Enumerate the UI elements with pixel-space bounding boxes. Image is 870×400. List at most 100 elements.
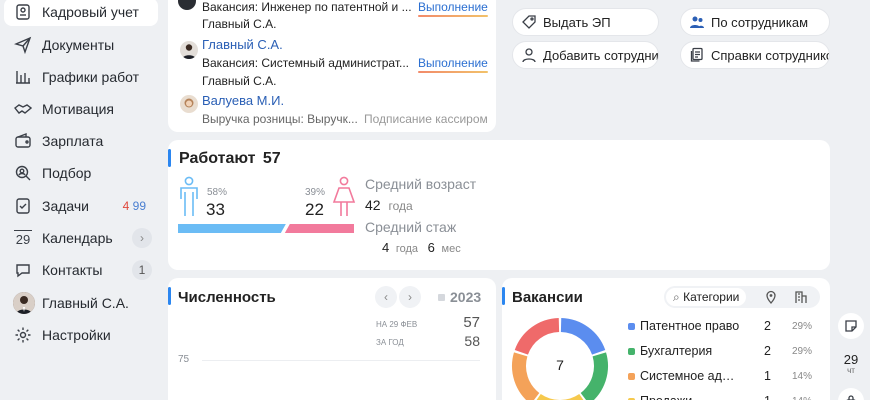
legend-count: 2 <box>764 344 771 358</box>
legend-row[interactable]: Системное администрирование 1 14% <box>628 368 818 386</box>
sidebar: Кадровый учет Документы Графики работ Мо… <box>0 0 162 400</box>
calendar-weekday: чт <box>847 366 855 375</box>
tag-icon <box>522 15 536 29</box>
working-card: Работают 57 58% 33 39% 22 Средний возрас… <box>168 140 830 270</box>
donut-segment[interactable] <box>560 318 606 356</box>
male-percent: 58% <box>207 187 228 198</box>
sidebar-item-motivation[interactable]: Мотивация <box>4 95 158 123</box>
handshake-icon <box>14 100 32 118</box>
legend-swatch <box>628 323 635 330</box>
year-label: ЗА ГОД <box>376 338 404 347</box>
issue-ep-button[interactable]: Выдать ЭП <box>512 8 659 36</box>
legend-name: Продажи <box>640 394 740 400</box>
tasks-count-badge: 4 99 <box>123 196 146 216</box>
sidebar-item-hr[interactable]: Кадровый учет <box>4 0 158 26</box>
male-figure-icon <box>180 176 198 216</box>
vacancies-total: 7 <box>556 357 564 373</box>
sidebar-item-contacts[interactable]: Контакты 1 <box>4 256 158 284</box>
overdue-count: 4 <box>122 199 130 213</box>
chevron-right-icon[interactable]: › <box>132 228 152 248</box>
task-status: Выполнение <box>418 56 488 73</box>
sidebar-item-settings[interactable]: Настройки <box>4 321 158 349</box>
sidebar-item-label: Зарплата <box>42 133 104 149</box>
user-add-icon <box>522 48 536 63</box>
users-icon <box>690 16 704 28</box>
sidebar-item-recruiting[interactable]: Подбор <box>4 159 158 187</box>
y-axis-tick: 75 <box>178 354 190 365</box>
task-vacancy: Вакансия: Системный администрат... <box>202 56 410 70</box>
wallet-icon <box>14 132 32 150</box>
note-icon <box>845 320 857 332</box>
location-pin-icon[interactable] <box>765 290 777 304</box>
avg-age-label: Средний возраст <box>365 176 477 192</box>
total-count: 99 <box>132 199 146 213</box>
sidebar-item-documents[interactable]: Документы <box>4 31 158 59</box>
notes-button[interactable] <box>838 313 864 339</box>
tool-button[interactable] <box>838 388 864 400</box>
legend-name: Бухгалтерия <box>640 344 713 358</box>
sidebar-item-tasks[interactable]: Задачи 4 99 <box>4 192 158 220</box>
legend-percent: 29% <box>792 346 813 357</box>
sidebar-item-schedules[interactable]: Графики работ <box>4 63 158 91</box>
legend-count: 1 <box>764 394 771 400</box>
next-period-button[interactable]: › <box>399 286 421 308</box>
task-vacancy: Выручка розницы: Выручк... <box>202 112 358 126</box>
date-value: 57 <box>463 314 480 331</box>
sidebar-item-salary[interactable]: Зарплата <box>4 127 158 155</box>
sidebar-item-label: Контакты <box>42 262 103 278</box>
filter-categories-tab[interactable]: ⌕ Категории <box>666 288 747 306</box>
avg-age-number: 42 <box>365 197 381 213</box>
donut-segment[interactable] <box>580 352 608 400</box>
legend-row[interactable]: Патентное право 2 29% <box>628 318 818 336</box>
sidebar-item-calendar[interactable]: 29 Календарь › <box>4 224 158 252</box>
legend-percent: 14% <box>792 396 812 400</box>
legend-percent: 29% <box>792 321 813 332</box>
avg-experience-value: 4 года 6 мес <box>382 240 461 255</box>
task-owner: Главный С.А. <box>202 74 277 88</box>
sidebar-item-profile[interactable]: Главный С.А. <box>4 289 158 317</box>
paper-plane-icon <box>14 36 32 54</box>
female-percent: 39% <box>305 187 326 198</box>
date-label: НА 29 ФЕВ <box>376 320 418 329</box>
headcount-card: Численность ‹ › 2023 НА 29 ФЕВ 57 ЗА ГОД… <box>168 278 496 400</box>
search-person-icon <box>14 164 32 182</box>
by-employees-button[interactable]: По сотрудникам <box>680 8 830 36</box>
working-title: Работают 57 <box>179 150 281 168</box>
legend-percent: 14% <box>792 371 813 382</box>
avg-experience-label: Средний стаж <box>365 219 457 235</box>
sidebar-item-label: Документы <box>42 37 115 53</box>
by-employees-label: По сотрудникам <box>711 14 809 30</box>
legend-swatch <box>628 348 635 355</box>
legend-count: 2 <box>764 319 771 333</box>
task-person-link[interactable]: Валуева М.И. <box>202 93 284 108</box>
sidebar-item-label: Задачи <box>42 198 90 214</box>
sidebar-item-label: Кадровый учет <box>42 4 139 20</box>
donut-segment[interactable] <box>512 352 540 400</box>
task-status: Выполнение <box>418 0 488 17</box>
male-count: 33 <box>206 200 225 219</box>
avatar <box>13 292 35 314</box>
legend-row[interactable]: Продажи 1 14% <box>628 393 818 400</box>
legend-row[interactable]: Бухгалтерия 2 29% <box>628 343 818 361</box>
checklist-icon <box>14 197 32 215</box>
prev-period-button[interactable]: ‹ <box>375 286 397 308</box>
certificates-button[interactable]: Справки сотрудников <box>680 41 830 69</box>
section-accent <box>168 287 171 305</box>
legend-swatch <box>628 373 635 380</box>
donut-segment[interactable] <box>514 318 560 356</box>
avg-age-unit: года <box>388 199 413 213</box>
calendar-widget-button[interactable]: 29 чт <box>838 351 864 377</box>
legend-name: Патентное право <box>640 319 740 333</box>
calendar-icon: 29 <box>14 230 32 247</box>
sidebar-item-label: Подбор <box>42 165 92 181</box>
add-employee-button[interactable]: Добавить сотрудника <box>512 41 659 69</box>
building-icon[interactable] <box>795 290 807 304</box>
task-person-link[interactable]: Главный С.А. <box>202 37 283 52</box>
year-selector[interactable]: 2023 <box>450 289 481 305</box>
bar-chart-icon <box>14 68 32 86</box>
sidebar-item-label: Календарь <box>42 230 113 246</box>
calendar-day: 29 <box>843 352 859 367</box>
year-value: 58 <box>464 333 480 349</box>
tag-icon: ⌕ <box>673 290 680 304</box>
chat-icon <box>14 261 32 279</box>
